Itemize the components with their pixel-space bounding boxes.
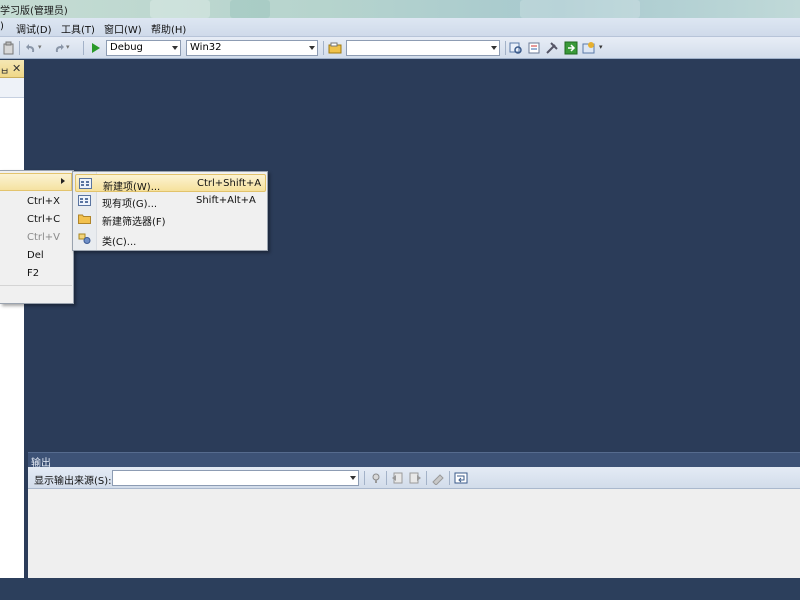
- panel-header: ㅂ ✕: [0, 60, 24, 78]
- chevron-down-icon: [350, 476, 356, 480]
- output-left-gap: [24, 452, 28, 578]
- submenu-item-existing-item[interactable]: 现有项(G)... Shift+Alt+A: [75, 192, 266, 210]
- extension-manager-icon[interactable]: [582, 41, 596, 55]
- start-debug-icon[interactable]: [88, 41, 102, 55]
- menu-bar: ) 调试(D) 工具(T) 窗口(W) 帮助(H): [0, 18, 800, 37]
- solution-explorer-icon[interactable]: [509, 41, 523, 55]
- menu-partial[interactable]: ): [0, 21, 4, 32]
- document-area: [24, 60, 800, 452]
- start-page-icon[interactable]: [564, 41, 578, 55]
- menu-help[interactable]: 帮助(H): [151, 21, 186, 36]
- output-source-select[interactable]: [112, 470, 359, 486]
- output-pane: 输出 显示输出来源(S):: [28, 452, 800, 578]
- existing-item-icon: [78, 195, 91, 206]
- menu-window[interactable]: 窗口(W): [104, 21, 142, 36]
- find-message-icon[interactable]: [369, 471, 383, 485]
- toolbar-overflow-icon[interactable]: ▾: [599, 43, 603, 51]
- submenu-item-new-item[interactable]: 新建项(W)... Ctrl+Shift+A: [75, 174, 266, 193]
- title-bar: 学习版(管理员): [0, 0, 800, 18]
- submenu-item-class[interactable]: 类(C)...: [75, 230, 266, 248]
- submenu-item-shortcut: Shift+Alt+A: [196, 195, 256, 206]
- submenu-item-label: 类(C)...: [102, 237, 137, 248]
- copy-shortcut[interactable]: Ctrl+C: [27, 214, 60, 225]
- class-icon: [78, 233, 91, 244]
- rename-shortcut[interactable]: F2: [27, 268, 39, 279]
- output-header: 输出: [28, 452, 800, 469]
- pin-icon[interactable]: ㅂ: [0, 63, 9, 78]
- menu-debug[interactable]: 调试(D): [16, 21, 52, 36]
- folder-icon: [78, 214, 91, 224]
- clear-all-icon[interactable]: [431, 471, 445, 485]
- output-text-area[interactable]: [28, 489, 800, 578]
- properties-icon[interactable]: [527, 41, 541, 55]
- close-icon[interactable]: ✕: [12, 62, 21, 75]
- panel-toolbar: [0, 78, 24, 98]
- find-in-files-icon[interactable]: [328, 41, 342, 55]
- menu-separator: [0, 285, 72, 286]
- submenu-item-shortcut: Ctrl+Shift+A: [197, 178, 262, 189]
- submenu-item-label: 现有项(G)...: [102, 199, 158, 210]
- chevron-down-icon: [491, 46, 497, 50]
- new-item-icon: [79, 178, 92, 189]
- platform-value: Win32: [190, 42, 222, 53]
- submenu-item-label: 新建项(W)...: [103, 182, 161, 193]
- submenu-arrow-icon: [61, 178, 65, 184]
- undo-icon[interactable]: [24, 41, 38, 55]
- paste-icon[interactable]: [2, 41, 16, 55]
- context-menu: Ctrl+X Ctrl+C Ctrl+V Del F2: [0, 170, 74, 304]
- status-bar: [0, 578, 800, 600]
- solution-explorer-panel: ㅂ ✕: [0, 60, 24, 578]
- find-combo[interactable]: [346, 40, 500, 56]
- next-message-icon[interactable]: [408, 471, 422, 485]
- output-toolbar: 显示输出来源(S):: [28, 467, 800, 489]
- delete-shortcut[interactable]: Del: [27, 250, 44, 261]
- configuration-select[interactable]: Debug: [106, 40, 181, 56]
- add-submenu: 新建项(W)... Ctrl+Shift+A 现有项(G)... Shift+A…: [72, 171, 268, 251]
- chevron-down-icon: [309, 46, 315, 50]
- toolbar: ▾ ▾ Debug Win32 ▾: [0, 37, 800, 59]
- toolbox-icon[interactable]: [545, 41, 559, 55]
- redo-icon[interactable]: [52, 41, 66, 55]
- configuration-value: Debug: [110, 42, 143, 53]
- chevron-down-icon: [172, 46, 178, 50]
- window-title: 学习版(管理员): [0, 6, 68, 17]
- paste-shortcut: Ctrl+V: [27, 232, 61, 243]
- submenu-item-new-filter[interactable]: 新建筛选器(F): [75, 210, 266, 228]
- cut-shortcut[interactable]: Ctrl+X: [27, 196, 60, 207]
- output-source-label: 显示输出来源(S):: [34, 476, 112, 487]
- word-wrap-icon[interactable]: [454, 471, 468, 485]
- previous-message-icon[interactable]: [391, 471, 405, 485]
- platform-select[interactable]: Win32: [186, 40, 318, 56]
- submenu-item-label: 新建筛选器(F): [102, 217, 166, 228]
- menu-tools[interactable]: 工具(T): [61, 21, 95, 36]
